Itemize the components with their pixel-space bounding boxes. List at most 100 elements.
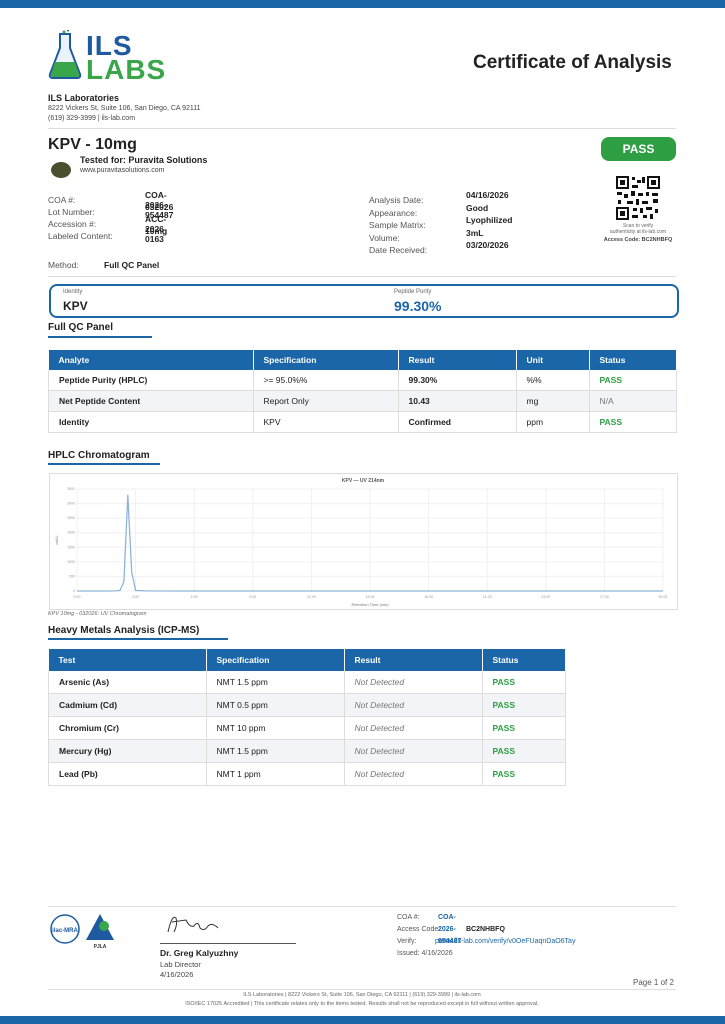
x-tick-label: 27.00 <box>600 595 609 599</box>
divider <box>48 128 676 129</box>
x-tick-label: 3.00 <box>132 595 139 599</box>
volume-value: 3mL <box>466 227 484 238</box>
unit-cell: mg <box>516 390 590 412</box>
ilac-text: ilac-MRA <box>52 928 78 934</box>
verify-url-link[interactable]: portal.ils-lab.com/verify/v0OeFUaqnDaO6T… <box>435 936 575 948</box>
divider <box>48 276 676 277</box>
x-tick-label: 12.00 <box>307 595 316 599</box>
identity-value: KPV <box>63 299 88 313</box>
x-tick-label: 15.00 <box>366 595 375 599</box>
x-axis-label: Retention Time (min) <box>351 602 389 607</box>
col-test: Test <box>48 649 207 671</box>
chromatogram-chart: KPV — UV 214nm 0.00 3.00 6.00 9.00 12.00 15.0… <box>54 478 668 607</box>
signature-date: 4/16/2026 <box>160 970 194 979</box>
appearance-value: Good <box>466 202 489 213</box>
flask-icon <box>48 30 82 79</box>
table-row: Identity KPV Confirmed ppm PASS <box>48 411 677 433</box>
x-tick-label: 30.00 <box>659 595 668 599</box>
result-cell: Not Detected <box>344 762 483 786</box>
qr-access-code: Access Code: BC2NHBFQ <box>603 237 673 243</box>
test-cell: Cadmium (Cd) <box>48 693 207 717</box>
status-cell: PASS <box>589 411 677 433</box>
lab-address: 8222 Vickers St, Suite 106, San Diego, C… <box>48 105 201 112</box>
ils-labs-logo: ILS LABS <box>48 30 165 84</box>
spec-cell: NMT 1.5 ppm <box>206 671 345 694</box>
tested-for: Tested for: Puravita Solutions <box>80 155 208 165</box>
y-axis-label: mAU <box>54 535 59 544</box>
table-row: Mercury (Hg) NMT 1.5 ppm Not Detected PA… <box>48 739 566 763</box>
page-number: Page 1 of 2 <box>633 978 674 987</box>
x-tick-label: 21.00 <box>483 595 492 599</box>
sample-matrix-value: Lyophilized <box>466 215 513 225</box>
col-unit: Unit <box>516 350 590 370</box>
status-cell: N/A <box>589 390 677 412</box>
unit-cell: %% <box>516 370 590 391</box>
spec-cell: NMT 1 ppm <box>206 762 345 786</box>
y-tick-label: 500 <box>69 574 75 578</box>
table-row: Peptide Purity (HPLC) >= 95.0%% 99.30% %… <box>48 370 677 391</box>
overall-status-badge: PASS <box>601 137 676 161</box>
ilac-mra-icon: ilac-MRA <box>50 914 80 944</box>
signer-title: Lab Director <box>160 960 201 969</box>
result-cell: Not Detected <box>344 739 483 763</box>
identity-summary-box: Identity KPV Peptide Purity 99.30% <box>49 284 679 318</box>
result-cell: 10.43 <box>398 390 517 412</box>
table-row: Chromium (Cr) NMT 10 ppm Not Detected PA… <box>48 716 566 740</box>
unit-cell: ppm <box>516 411 590 433</box>
table-row: Net Peptide Content Report Only 10.43 mg… <box>48 390 677 412</box>
signature-icon <box>167 916 219 933</box>
divider <box>48 906 676 907</box>
client-logo <box>51 162 71 178</box>
meta-right: Analysis Date: 04/16/2026 Appearance: Good… <box>369 190 569 255</box>
logo-bottom-text: LABS <box>86 54 167 85</box>
verify-access-label: Access Code: <box>397 926 441 933</box>
purity-label: Peptide Purity <box>394 289 432 295</box>
analysis-date-value: 04/16/2026 <box>466 190 509 200</box>
labeled-content-value: 10mg <box>145 226 168 236</box>
method-label: Method: <box>48 260 79 270</box>
method-value: Full QC Panel <box>104 260 160 270</box>
chromatogram-panel: KPV — UV 214nm 0.00 3.00 6.00 9.00 12.00 15.0… <box>49 473 678 610</box>
grid <box>76 488 664 592</box>
verify-url-label: Verify: <box>397 938 417 945</box>
result-cell: Not Detected <box>344 716 483 740</box>
analyte-cell: Net Peptide Content <box>48 390 254 412</box>
col-specification: Specification <box>206 649 345 671</box>
test-cell: Mercury (Hg) <box>48 739 207 763</box>
signature-image <box>162 910 222 940</box>
table-row: Cadmium (Cd) NMT 0.5 ppm Not Detected PA… <box>48 693 566 717</box>
spec-cell: NMT 0.5 ppm <box>206 693 345 717</box>
chromatogram-caption: KPV 10mg - 032026: UV Chromatogram <box>48 611 147 617</box>
table-row: Arsenic (As) NMT 1.5 ppm Not Detected PA… <box>48 671 566 694</box>
qc-panel-underline <box>48 336 152 338</box>
footer-line-1: ILS Laboratories | 8222 Vickers St, Suit… <box>243 992 481 998</box>
spec-cell: NMT 1.5 ppm <box>206 739 345 763</box>
result-cell: 99.30% <box>398 370 517 391</box>
col-status: Status <box>482 649 566 671</box>
qr-code[interactable] <box>615 175 661 221</box>
qc-panel-table: Analyte Specification Result Unit Status… <box>48 350 677 433</box>
document-title: Certificate of Analysis <box>473 52 672 73</box>
lab-contact: (619) 329-3999 | ils-lab.com <box>48 115 136 122</box>
x-tick-label: 24.00 <box>541 595 550 599</box>
col-result: Result <box>398 350 517 370</box>
test-cell: Chromium (Cr) <box>48 716 207 740</box>
signature-line <box>160 943 296 944</box>
top-bar <box>0 0 725 8</box>
heavy-metals-underline <box>48 638 228 640</box>
status-cell: PASS <box>482 671 566 694</box>
qr-code-icon <box>615 175 661 221</box>
pjla-icon: PJLA <box>86 914 114 950</box>
col-analyte: Analyte <box>48 350 254 370</box>
y-tick-label: 1500 <box>67 545 75 549</box>
client-url: www.puravitasolutions.com <box>80 167 165 174</box>
qr-scan-text: Scan to verify authenticity at ils-lab.c… <box>585 223 691 235</box>
col-specification: Specification <box>253 350 399 370</box>
date-received-value: 03/20/2026 <box>466 240 509 250</box>
status-cell: PASS <box>482 762 566 786</box>
pjla-text: PJLA <box>94 944 107 950</box>
qc-panel-title: Full QC Panel <box>48 322 114 333</box>
col-status: Status <box>589 350 677 370</box>
ilac-mra-logo: ilac-MRA <box>49 914 81 944</box>
chromatogram-title: HPLC Chromatogram <box>48 450 150 461</box>
